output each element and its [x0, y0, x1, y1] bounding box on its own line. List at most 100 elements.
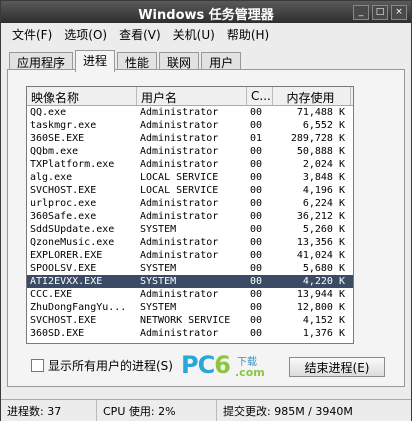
cell-image-name: SPOOLSV.EXE — [30, 263, 97, 274]
table-row[interactable]: ATI2EVXX.EXE SYSTEM 00 4,220 K — [27, 275, 353, 288]
cell-user-name: NETWORK SERVICE — [140, 315, 231, 326]
cell-memory: 4,220 K — [302, 276, 345, 287]
table-row[interactable]: ZhuDongFangYu... SYSTEM 00 12,800 K — [27, 301, 353, 314]
menu-view[interactable]: 查看(V) — [114, 23, 166, 45]
cell-cpu: 00 — [250, 185, 263, 196]
table-row[interactable]: 360Safe.exe Administrator 00 36,212 K — [27, 210, 353, 223]
cell-user-name: LOCAL SERVICE — [140, 185, 219, 196]
cell-user-name: Administrator — [140, 120, 219, 131]
end-process-button[interactable]: 结束进程(E) — [289, 357, 385, 377]
table-row[interactable]: CCC.EXE Administrator 00 13,944 K — [27, 288, 353, 301]
cell-memory: 13,944 K — [296, 289, 345, 300]
cell-cpu: 00 — [250, 159, 263, 170]
table-row[interactable]: QzoneMusic.exe Administrator 00 13,356 K — [27, 236, 353, 249]
cell-memory: 6,552 K — [302, 120, 345, 131]
cell-user-name: Administrator — [140, 198, 219, 209]
logo-com-text: .com — [235, 366, 265, 379]
table-row[interactable]: QQ.exe Administrator 00 71,488 K — [27, 106, 353, 119]
cell-image-name: EXPLORER.EXE — [30, 250, 103, 261]
cell-cpu: 00 — [250, 276, 263, 287]
cell-cpu: 00 — [250, 172, 263, 183]
table-row[interactable]: SVCHOST.EXE NETWORK SERVICE 00 4,152 K — [27, 314, 353, 327]
cell-user-name: SYSTEM — [140, 224, 177, 235]
cell-image-name: ZhuDongFangYu... — [30, 302, 127, 313]
cell-image-name: SVCHOST.EXE — [30, 315, 97, 326]
menu-options[interactable]: 选项(O) — [59, 23, 112, 45]
cell-user-name: Administrator — [140, 328, 219, 339]
minimize-button[interactable]: _ — [353, 5, 369, 20]
process-list[interactable]: 映像名称 用户名 C... 内存使用 QQ.exe Administrator 00… — [26, 86, 354, 344]
menu-file[interactable]: 文件(F) — [7, 23, 57, 45]
cell-memory: 1,376 K — [302, 328, 345, 339]
cell-user-name: Administrator — [140, 250, 219, 261]
cell-cpu: 00 — [250, 250, 263, 261]
menu-shutdown[interactable]: 关机(U) — [168, 23, 220, 45]
menu-bar: 文件(F) 选项(O) 查看(V) 关机(U) 帮助(H) — [1, 23, 411, 45]
title-bar[interactable]: Windows 任务管理器 _ □ × — [1, 1, 411, 23]
table-row[interactable]: TXPlatform.exe Administrator 00 2,024 K — [27, 158, 353, 171]
table-row[interactable]: alg.exe LOCAL SERVICE 00 3,848 K — [27, 171, 353, 184]
cell-cpu: 00 — [250, 224, 263, 235]
table-row[interactable]: EXPLORER.EXE Administrator 00 41,024 K — [27, 249, 353, 262]
cell-image-name: SVCHOST.EXE — [30, 185, 97, 196]
cell-image-name: taskmgr.exe — [30, 120, 97, 131]
cell-image-name: ATI2EVXX.EXE — [30, 276, 103, 287]
cell-user-name: Administrator — [140, 133, 219, 144]
cell-cpu: 00 — [250, 263, 263, 274]
close-button[interactable]: × — [391, 5, 407, 20]
cell-image-name: 360SD.EXE — [30, 328, 85, 339]
cell-memory: 2,024 K — [302, 159, 345, 170]
column-memory[interactable]: 内存使用 — [273, 87, 351, 105]
cell-image-name: alg.exe — [30, 172, 73, 183]
cell-memory: 50,888 K — [296, 146, 345, 157]
show-all-checkbox[interactable] — [31, 359, 44, 372]
cell-user-name: Administrator — [140, 237, 219, 248]
cell-memory: 36,212 K — [296, 211, 345, 222]
status-process-count: 进程数: 37 — [1, 400, 97, 421]
cell-user-name: Administrator — [140, 107, 219, 118]
cell-image-name: CCC.EXE — [30, 289, 73, 300]
process-rows: QQ.exe Administrator 00 71,488 Ktaskmgr.exe… — [27, 106, 353, 340]
logo-pc-text: PC6 — [181, 351, 231, 379]
table-row[interactable]: urlproc.exe Administrator 00 6,224 K — [27, 197, 353, 210]
cell-user-name: Administrator — [140, 211, 219, 222]
cell-cpu: 00 — [250, 211, 263, 222]
cell-cpu: 00 — [250, 120, 263, 131]
table-row[interactable]: SVCHOST.EXE LOCAL SERVICE 00 4,196 K — [27, 184, 353, 197]
cell-cpu: 00 — [250, 198, 263, 209]
cell-image-name: 360SE.EXE — [30, 133, 85, 144]
table-row[interactable]: 360SD.EXE Administrator 00 1,376 K — [27, 327, 353, 340]
table-row[interactable]: SPOOLSV.EXE SYSTEM 00 5,680 K — [27, 262, 353, 275]
maximize-button[interactable]: □ — [372, 5, 388, 20]
cell-image-name: SddSUpdate.exe — [30, 224, 115, 235]
tab-strip: 应用程序 进程 性能 联网 用户 — [9, 50, 242, 72]
column-user-name[interactable]: 用户名 — [137, 87, 247, 105]
cell-user-name: SYSTEM — [140, 276, 177, 287]
cell-user-name: Administrator — [140, 159, 219, 170]
status-commit-charge: 提交更改: 985M / 3940M — [223, 405, 353, 418]
cell-image-name: urlproc.exe — [30, 198, 97, 209]
menu-help[interactable]: 帮助(H) — [222, 23, 274, 45]
table-row[interactable]: taskmgr.exe Administrator 00 6,552 K — [27, 119, 353, 132]
cell-image-name: TXPlatform.exe — [30, 159, 115, 170]
cell-memory: 4,196 K — [302, 185, 345, 196]
table-row[interactable]: SddSUpdate.exe SYSTEM 00 5,260 K — [27, 223, 353, 236]
column-image-name[interactable]: 映像名称 — [27, 87, 137, 105]
cell-cpu: 00 — [250, 237, 263, 248]
cell-memory: 12,800 K — [296, 302, 345, 313]
cell-memory: 4,152 K — [302, 315, 345, 326]
status-cpu-usage: CPU 使用: 2% — [97, 400, 217, 421]
tab-processes[interactable]: 进程 — [75, 50, 116, 72]
cell-cpu: 01 — [250, 133, 263, 144]
column-cpu[interactable]: C... — [247, 87, 273, 105]
cell-cpu: 00 — [250, 146, 263, 157]
table-row[interactable]: 360SE.EXE Administrator 01 289,728 K — [27, 132, 353, 145]
cell-memory: 6,224 K — [302, 198, 345, 209]
cell-memory: 289,728 K — [290, 133, 345, 144]
cell-image-name: QzoneMusic.exe — [30, 237, 115, 248]
cell-cpu: 00 — [250, 289, 263, 300]
cell-user-name: SYSTEM — [140, 263, 177, 274]
table-row[interactable]: QQbm.exe Administrator 00 50,888 K — [27, 145, 353, 158]
cell-memory: 3,848 K — [302, 172, 345, 183]
show-all-processes[interactable]: 显示所有用户的进程(S) — [31, 357, 173, 374]
